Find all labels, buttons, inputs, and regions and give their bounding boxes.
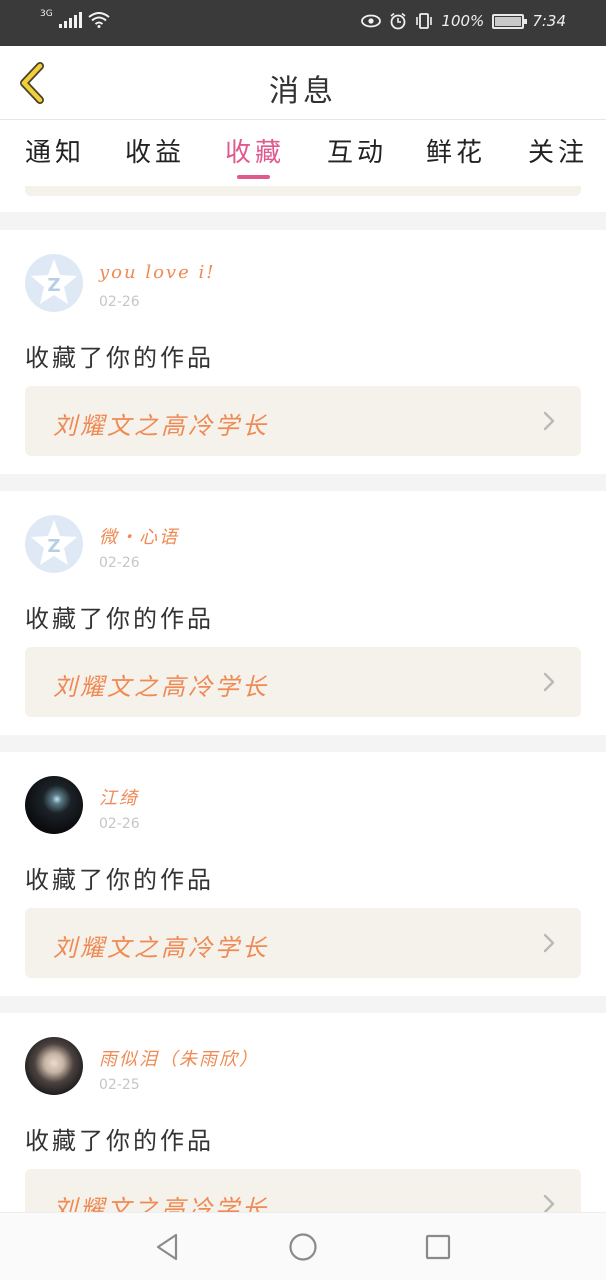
user-name[interactable]: you love i! [99,262,215,283]
page-title: 消息 [269,74,337,109]
avatar[interactable] [25,1037,83,1095]
battery-icon [492,13,528,29]
list-item[interactable]: Z 微・心语 02-26 收藏了你的作品 刘耀文之高冷学长 [0,491,606,735]
work-title: 刘耀文之高冷学长 [53,412,269,440]
battery-percent: 100% [441,12,485,30]
work-link[interactable]: 刘耀文之高冷学长 [25,386,581,456]
list-item[interactable]: 江绮 02-26 收藏了你的作品 刘耀文之高冷学长 [0,752,606,996]
signal-icon [58,12,82,28]
list-item[interactable]: Z you love i! 02-26 收藏了你的作品 刘耀文之高冷学长 [0,230,606,474]
list-item[interactable]: 雨似泪（朱雨欣） 02-25 收藏了你的作品 刘耀文之高冷学长 [0,1013,606,1212]
message-list[interactable]: Z you love i! 02-26 收藏了你的作品 刘耀文之高冷学长 Z 微… [0,186,606,1212]
work-link[interactable]: 刘耀文之高冷学长 [25,647,581,717]
message-date: 02-25 [99,1077,140,1093]
work-title: 刘耀文之高冷学长 [53,934,269,962]
chevron-right-icon [543,1194,555,1212]
tab-earnings[interactable]: 收益 [125,132,185,169]
chevron-right-icon [543,411,555,431]
recent-apps-icon[interactable] [422,1231,454,1263]
network-type: 3G [40,9,53,19]
message-text: 收藏了你的作品 [25,866,214,894]
work-link[interactable]: 刘耀文之高冷学长 [25,908,581,978]
user-name[interactable]: 微・心语 [99,523,179,549]
system-nav-bar [0,1212,606,1280]
chevron-right-icon [543,672,555,692]
message-text: 收藏了你的作品 [25,605,214,633]
avatar[interactable]: Z [25,515,83,573]
svg-text:Z: Z [47,536,60,557]
tab-notifications[interactable]: 通知 [25,132,85,169]
svg-text:Z: Z [47,275,60,296]
tab-flowers[interactable]: 鲜花 [426,132,486,169]
work-title: 刘耀文之高冷学长 [53,1195,269,1212]
vibrate-icon [416,13,433,29]
avatar[interactable]: Z [25,254,83,312]
eye-icon [361,14,382,28]
status-left: 3G [40,9,110,28]
previous-item-peek [0,186,606,212]
qq-avatar-icon: Z [31,259,77,304]
active-tab-indicator [237,175,270,179]
status-right: 100% 7:34 [361,12,566,30]
alarm-icon [390,12,406,30]
back-triangle-icon[interactable] [152,1231,184,1263]
message-text: 收藏了你的作品 [25,344,214,372]
message-date: 02-26 [99,555,140,571]
chevron-right-icon [543,933,555,953]
message-date: 02-26 [99,816,140,832]
work-title: 刘耀文之高冷学长 [53,673,269,701]
home-circle-icon[interactable] [287,1231,319,1263]
user-name[interactable]: 雨似泪（朱雨欣） [99,1045,259,1071]
tab-bar: 通知 收益 收藏 互动 鲜花 关注 [0,120,606,186]
header: 消息 [0,46,606,120]
status-bar: 3G 100% 7:34 [0,0,606,46]
user-name[interactable]: 江绮 [99,784,139,810]
clock: 7:34 [532,12,566,30]
tab-favorites[interactable]: 收藏 [225,132,285,169]
message-text: 收藏了你的作品 [25,1127,214,1155]
qq-avatar-icon: Z [31,520,77,565]
tab-interactions[interactable]: 互动 [327,132,387,169]
work-link[interactable]: 刘耀文之高冷学长 [25,1169,581,1212]
message-date: 02-26 [99,294,140,310]
tab-follows[interactable]: 关注 [528,132,588,169]
wifi-icon [88,12,110,28]
avatar[interactable] [25,776,83,834]
